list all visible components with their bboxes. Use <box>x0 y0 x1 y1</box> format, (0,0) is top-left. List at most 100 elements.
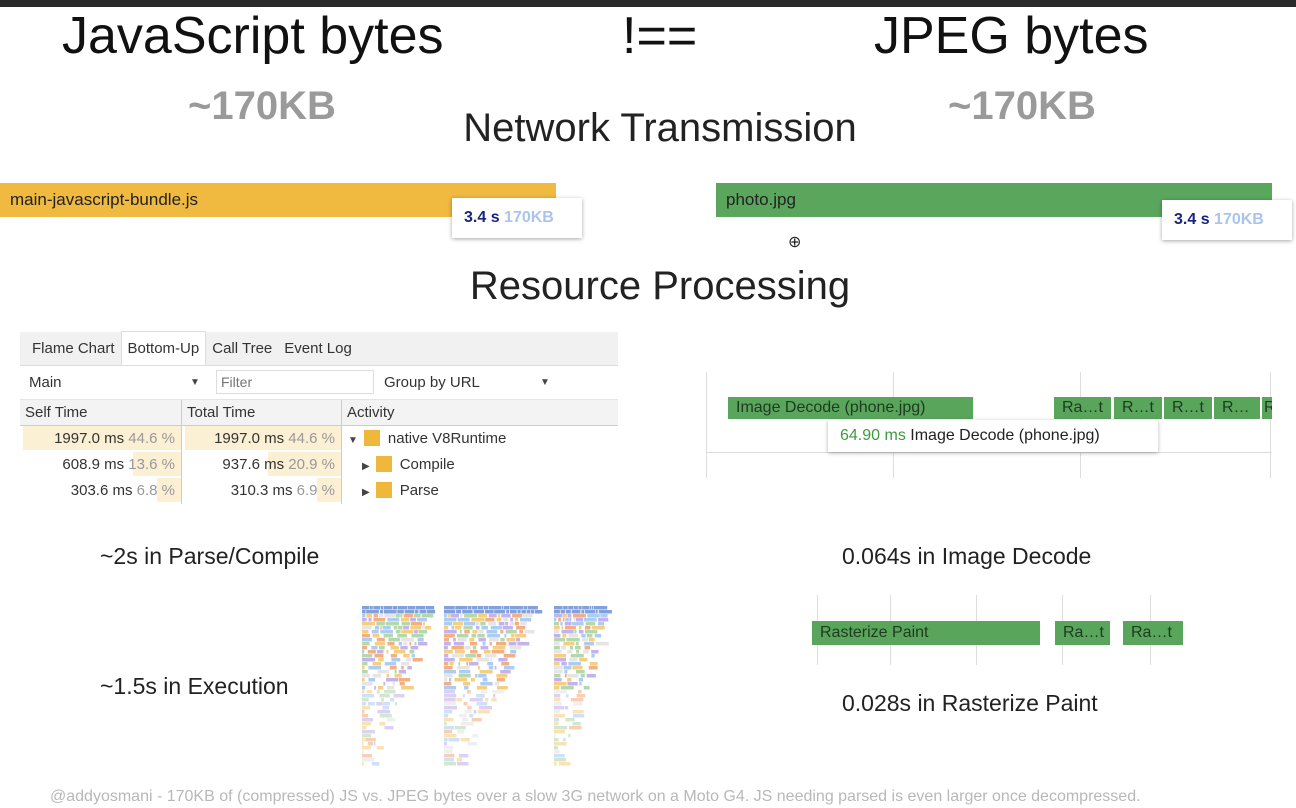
rasterize-paint-bar[interactable]: Rasterize Paint <box>812 621 1040 645</box>
flame-block <box>444 714 448 718</box>
tab-call-tree[interactable]: Call Tree <box>206 332 278 365</box>
flame-block <box>459 658 473 662</box>
flame-block <box>573 618 575 622</box>
raster-bar[interactable]: Ra…t <box>1055 621 1110 645</box>
raster-bar[interactable]: Ra…t <box>1054 397 1111 419</box>
flame-block <box>411 654 415 658</box>
tab-bottom-up[interactable]: Bottom-Up <box>120 331 207 365</box>
flame-block <box>362 738 365 742</box>
flame-block <box>444 686 457 690</box>
flame-block <box>554 706 565 710</box>
flame-block <box>489 638 499 642</box>
flame-block <box>574 630 577 634</box>
self-percent: 6.8 % <box>136 482 175 499</box>
flame-block <box>564 706 569 710</box>
table-row[interactable]: 1997.0 ms 44.6 % 1997.0 ms 44.6 % ▼ nativ… <box>20 426 618 452</box>
col-self-time[interactable]: Self Time <box>20 400 182 425</box>
flame-block <box>565 618 569 622</box>
flame-block <box>397 634 407 638</box>
flame-block <box>573 702 583 706</box>
flame-block <box>510 618 513 622</box>
group-by-select[interactable]: Group by URL <box>384 374 480 391</box>
flame-block <box>581 634 586 638</box>
flame-block <box>554 670 563 674</box>
group-dropdown-icon[interactable]: ▼ <box>540 377 550 388</box>
flame-block <box>444 718 454 722</box>
flame-block <box>411 634 424 638</box>
flame-block <box>562 634 567 638</box>
col-total-time[interactable]: Total Time <box>182 400 342 425</box>
total-time-cell: 310.3 ms 6.9 % <box>182 478 342 504</box>
flame-block <box>480 622 486 626</box>
flame-block <box>464 614 478 618</box>
flame-block <box>554 646 560 650</box>
flame-block <box>362 666 365 670</box>
flame-block <box>460 614 463 618</box>
flame-block <box>568 634 579 638</box>
flame-block <box>374 686 376 690</box>
flame-block <box>444 646 448 650</box>
flame-block <box>362 750 364 754</box>
col-activity[interactable]: Activity <box>342 400 618 425</box>
flame-block <box>457 762 469 766</box>
table-row[interactable]: 303.6 ms 6.8 % 310.3 ms 6.9 % ▶ Parse <box>20 478 618 504</box>
flame-block <box>584 630 598 634</box>
flame-block <box>576 694 586 698</box>
flame-block <box>491 650 505 654</box>
tab-event-log[interactable]: Event Log <box>278 332 358 365</box>
raster-bar[interactable]: R…t <box>1114 397 1162 419</box>
flame-block <box>480 690 488 694</box>
raster-bar[interactable]: R… <box>1214 397 1260 419</box>
tab-flame-chart[interactable]: Flame Chart <box>26 332 121 365</box>
flame-block <box>563 642 575 646</box>
flame-block <box>515 634 527 638</box>
filter-input[interactable] <box>216 370 374 394</box>
expanded-arrow-icon[interactable]: ▼ <box>348 435 358 446</box>
flame-block <box>554 762 557 766</box>
raster-bar[interactable]: Ra…t <box>1123 621 1183 645</box>
flame-block <box>380 606 384 610</box>
flame-block <box>588 666 598 670</box>
flame-block <box>576 650 580 654</box>
thread-select[interactable]: Main <box>29 374 62 391</box>
flame-block <box>479 670 493 674</box>
flame-block <box>459 754 469 758</box>
activity-name: native V8Runtime <box>387 430 507 447</box>
collapsed-arrow-icon[interactable]: ▶ <box>362 487 370 498</box>
flame-block <box>554 746 558 750</box>
flame-block <box>379 610 383 614</box>
flame-block <box>589 606 592 610</box>
decode-caption: 0.064s in Image Decode <box>842 543 1092 569</box>
flame-block <box>487 662 494 666</box>
flame-block <box>490 626 502 630</box>
flame-block <box>451 646 464 650</box>
flame-block <box>482 642 486 646</box>
flame-block <box>444 734 457 738</box>
flame-block <box>521 610 526 614</box>
thread-dropdown-icon[interactable]: ▼ <box>190 377 200 388</box>
raster-bar[interactable]: R…t <box>1164 397 1212 419</box>
flame-block <box>477 710 490 714</box>
table-row[interactable]: 608.9 ms 13.6 % 937.6 ms 20.9 % ▶ Compile <box>20 452 618 478</box>
flame-block <box>469 714 474 718</box>
flame-block <box>366 610 379 614</box>
flame-block <box>524 630 535 634</box>
flame-block <box>410 622 422 626</box>
collapsed-arrow-icon[interactable]: ▶ <box>362 461 370 472</box>
raster-bar[interactable]: R <box>1262 397 1272 419</box>
flame-block <box>567 678 572 682</box>
flame-block <box>503 654 516 658</box>
flame-block <box>458 662 461 666</box>
flame-block <box>444 622 452 626</box>
flame-block <box>382 626 391 630</box>
jpg-time: 3.4 s <box>1174 211 1210 228</box>
flame-block <box>568 734 571 738</box>
grid-line <box>706 452 1272 453</box>
flame-block <box>498 658 508 662</box>
total-percent: 20.9 % <box>288 456 335 473</box>
flame-block <box>450 614 460 618</box>
flame-block <box>444 630 457 634</box>
image-decode-bar[interactable]: Image Decode (phone.jpg) <box>728 397 973 419</box>
flame-block <box>554 606 563 610</box>
resource-processing-heading: Resource Processing <box>469 264 851 308</box>
